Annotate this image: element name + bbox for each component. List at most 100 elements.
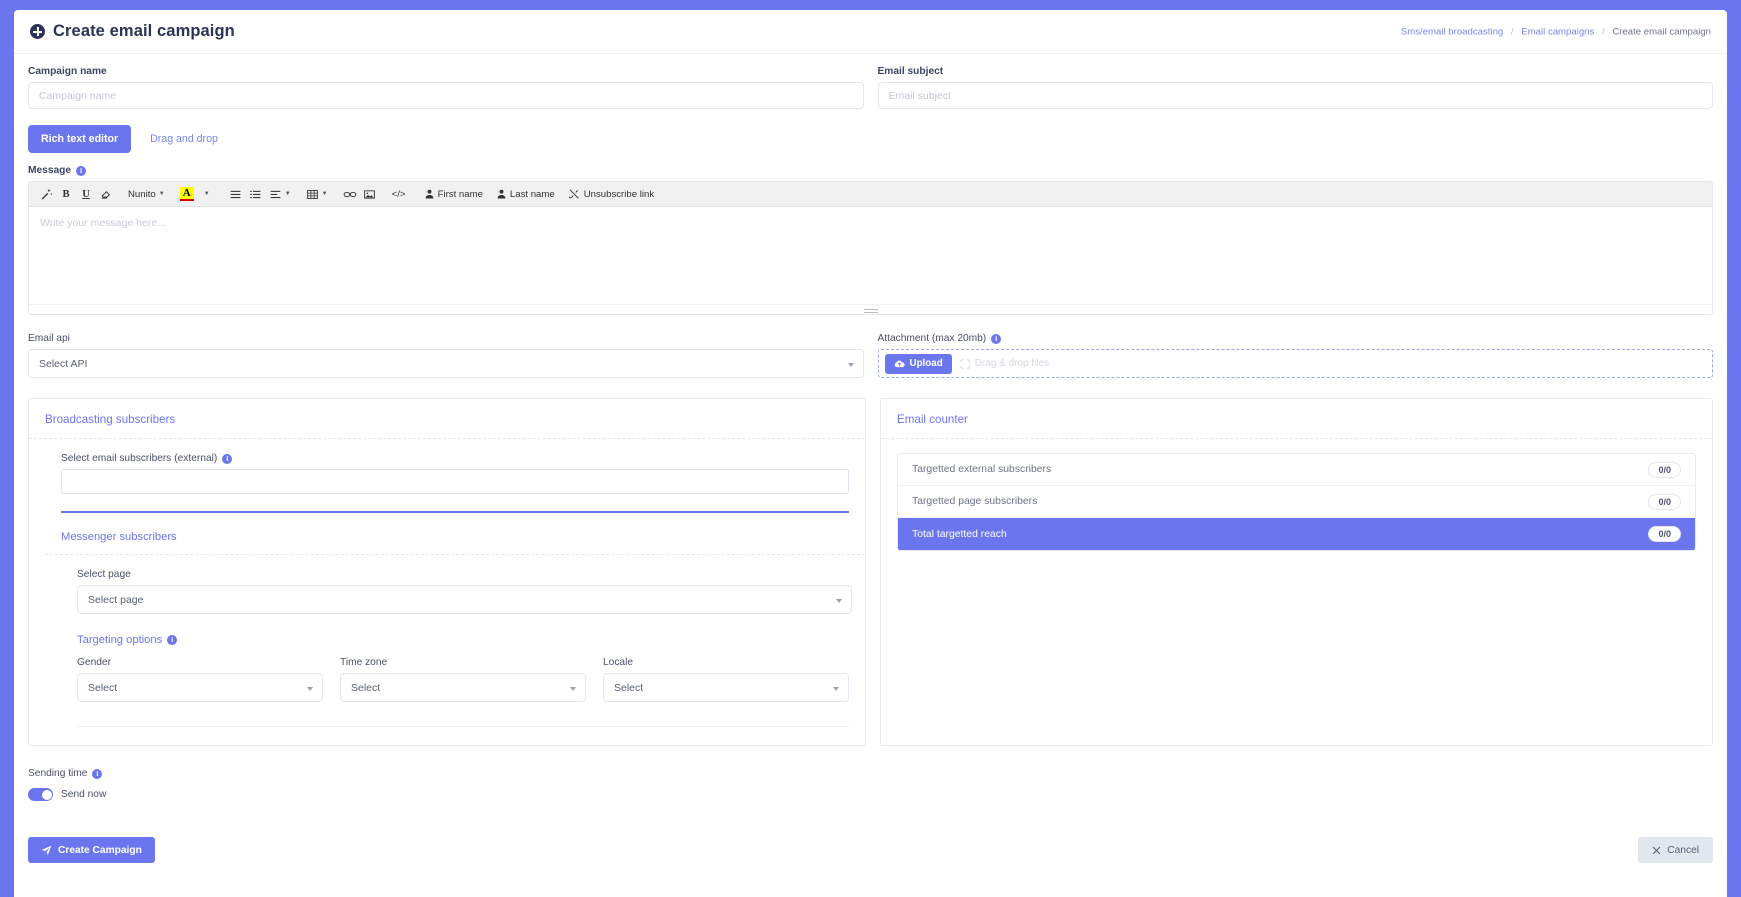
form-actions: Create Campaign Cancel: [28, 837, 1713, 881]
editor-toolbar: B U Nunito ▼ A ▼ ▼ ▼ </> First name Last…: [29, 182, 1712, 207]
info-icon[interactable]: i: [222, 453, 233, 464]
page-container: Create email campaign Sms/email broadcas…: [14, 10, 1727, 897]
editor-mode-tabs: Rich text editor Drag and drop: [28, 125, 1713, 153]
send-now-label: Send now: [61, 789, 107, 800]
broken-link-icon: [568, 189, 580, 199]
upload-label: Upload: [909, 358, 943, 369]
external-subscribers-label: Select email subscribers (external) i: [61, 453, 849, 464]
gender-label: Gender: [77, 657, 111, 668]
counter-row-external: Targetted external subscribers 0/0: [898, 454, 1695, 486]
locale-label: Locale: [603, 657, 634, 668]
tab-drag-and-drop[interactable]: Drag and drop: [137, 125, 231, 153]
breadcrumb-item-broadcasting[interactable]: Sms/email broadcasting: [1401, 26, 1503, 37]
counter-badge-external: 0/0: [1648, 461, 1681, 478]
gender-select[interactable]: Select: [77, 673, 323, 702]
link-icon[interactable]: [340, 185, 360, 204]
tab-rich-text-editor[interactable]: Rich text editor: [28, 125, 132, 153]
timezone-group: Time zone Select: [340, 657, 586, 702]
send-now-row: Send now: [28, 788, 1713, 801]
message-label: Message i: [28, 165, 1713, 176]
accent-divider: [61, 511, 849, 513]
select-page-group: Select page Select page Targeting option…: [61, 569, 852, 727]
chevron-down-icon: [833, 686, 839, 691]
info-icon[interactable]: i: [92, 768, 103, 779]
align-left-icon[interactable]: ▼: [266, 185, 294, 204]
info-icon[interactable]: i: [167, 635, 178, 645]
send-now-toggle[interactable]: [28, 788, 53, 801]
info-icon[interactable]: i: [991, 333, 1002, 344]
counter-row-total: Total targetted reach 0/0: [898, 518, 1695, 550]
counter-label-page: Targetted page subscribers: [912, 496, 1038, 507]
broadcasting-panel-title: Broadcasting subscribers: [45, 413, 176, 426]
attachment-label: Attachment (max 20mb) i: [878, 333, 1714, 344]
external-subscribers-group: Select email subscribers (external) i Me…: [45, 453, 865, 727]
targeting-options-title: Targeting options i: [77, 634, 849, 646]
page-title-text: Create email campaign: [53, 22, 235, 40]
eraser-icon[interactable]: [96, 185, 116, 204]
external-subscribers-input[interactable]: [61, 469, 849, 494]
sending-time-label-text: Sending time: [28, 768, 88, 779]
divider: [29, 438, 865, 439]
locale-select[interactable]: Select: [603, 673, 849, 702]
table-icon[interactable]: ▼: [303, 185, 331, 204]
email-counter-panel: Email counter Targetted external subscri…: [880, 398, 1713, 746]
info-icon[interactable]: i: [76, 165, 87, 176]
underline-button[interactable]: U: [76, 185, 96, 204]
font-color-dropdown-icon[interactable]: ▼: [197, 185, 217, 204]
messenger-subscribers-title: Messenger subscribers: [61, 531, 177, 543]
bold-button[interactable]: B: [56, 185, 76, 204]
api-attachment-row: Email api Select API Attachment (max 20m…: [28, 333, 1713, 378]
breadcrumb: Sms/email broadcasting / Email campaigns…: [1401, 26, 1711, 37]
sending-time-group: Sending time i Send now: [28, 768, 1713, 801]
breadcrumb-separator: /: [1510, 26, 1514, 37]
counter-badge-total: 0/0: [1648, 526, 1681, 542]
insert-unsubscribe-link-button[interactable]: Unsubscribe link: [562, 189, 661, 200]
breadcrumb-item-email-campaigns[interactable]: Email campaigns: [1521, 26, 1594, 37]
email-subject-input[interactable]: [877, 82, 1713, 109]
email-subject-group: Email subject: [877, 66, 1713, 109]
gender-value: Select: [88, 681, 118, 694]
arrows-move-icon: [960, 358, 970, 369]
font-color-glyph: A: [179, 187, 194, 201]
create-campaign-button[interactable]: Create Campaign: [28, 837, 155, 863]
email-subject-label: Email subject: [877, 66, 944, 77]
counter-label-external: Targetted external subscribers: [912, 464, 1052, 475]
sending-time-label: Sending time i: [28, 768, 1713, 779]
campaign-name-input[interactable]: [28, 82, 864, 109]
attachment-dropzone[interactable]: Upload Drag & drop files: [877, 349, 1713, 378]
cloud-upload-icon: [894, 359, 905, 369]
ordered-list-icon[interactable]: [246, 185, 266, 204]
paper-plane-icon: [41, 845, 52, 856]
timezone-value: Select: [351, 681, 381, 694]
campaign-name-label: Campaign name: [28, 66, 107, 77]
dropzone-label: Drag & drop files: [974, 358, 1050, 369]
message-textarea[interactable]: Write your message here...: [29, 207, 1712, 304]
editor-resize-handle[interactable]: [29, 304, 1712, 314]
message-label-text: Message: [28, 165, 72, 176]
insert-first-name-button[interactable]: First name: [418, 189, 490, 200]
breadcrumb-item-current: Create email campaign: [1612, 26, 1711, 37]
close-x-icon: [1652, 846, 1661, 855]
unordered-list-icon[interactable]: [226, 185, 246, 204]
image-icon[interactable]: [360, 185, 380, 204]
font-color-button[interactable]: A: [177, 185, 197, 204]
timezone-select[interactable]: Select: [340, 673, 586, 702]
chevron-down-icon: [847, 362, 854, 367]
divider: [45, 554, 865, 555]
email-api-select[interactable]: Select API: [28, 349, 864, 378]
email-counter-title: Email counter: [897, 413, 968, 426]
counter-label-total: Total targetted reach: [912, 528, 1007, 540]
cancel-button[interactable]: Cancel: [1638, 837, 1713, 863]
upload-button[interactable]: Upload: [884, 353, 952, 374]
chevron-down-icon: [570, 686, 576, 691]
cancel-label: Cancel: [1667, 844, 1699, 856]
user-icon: [497, 189, 506, 199]
font-family-dropdown[interactable]: Nunito ▼: [125, 185, 168, 204]
gender-group: Gender Select: [77, 657, 323, 702]
insert-last-name-button[interactable]: Last name: [490, 189, 562, 200]
code-view-icon[interactable]: </>: [389, 185, 409, 204]
magic-wand-icon[interactable]: [36, 185, 56, 204]
select-page-dropdown[interactable]: Select page: [77, 585, 852, 614]
divider: [77, 726, 849, 727]
page-body: Campaign name Email subject Rich text ed…: [14, 54, 1727, 881]
